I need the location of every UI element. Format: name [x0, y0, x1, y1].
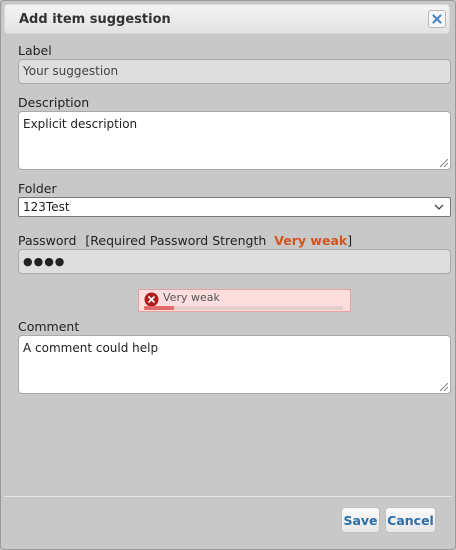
required-strength-level: Very weak	[274, 233, 348, 248]
label-caption: Label	[18, 43, 52, 58]
label-placeholder: Your suggestion	[23, 64, 119, 78]
password-strength-indicator: Very weak	[138, 289, 351, 312]
strength-meter-fill	[144, 306, 174, 310]
footer-divider	[4, 496, 452, 497]
comment-value: A comment could help	[23, 341, 159, 355]
description-caption: Description	[18, 95, 90, 110]
save-button[interactable]: Save	[341, 507, 380, 533]
dialog-title: Add item suggestion	[19, 12, 171, 27]
strength-text: Very weak	[163, 291, 220, 304]
folder-caption: Folder	[18, 181, 57, 196]
comment-caption: Comment	[18, 319, 80, 334]
password-caption-row: Password [Required Password Strength Ver…	[18, 233, 352, 248]
cancel-button[interactable]: Cancel	[385, 507, 436, 533]
error-x-icon	[144, 292, 159, 307]
dialog-titlebar[interactable]: Add item suggestion	[4, 4, 450, 34]
folder-select[interactable]: 123Test	[18, 197, 451, 217]
password-caption: Password	[18, 233, 77, 248]
add-item-suggestion-dialog: Add item suggestion Label Your suggestio…	[0, 0, 456, 550]
description-value: Explicit description	[23, 117, 138, 131]
resize-grip-icon[interactable]	[440, 383, 448, 391]
required-strength-suffix: ]	[347, 233, 353, 248]
chevron-down-icon	[434, 204, 444, 210]
resize-grip-icon[interactable]	[440, 159, 448, 167]
password-masked-value: ●●●●	[23, 255, 66, 268]
required-strength-prefix: [Required Password Strength	[85, 233, 267, 248]
close-icon	[432, 14, 442, 24]
label-input[interactable]: Your suggestion	[18, 59, 451, 84]
strength-meter	[144, 306, 343, 310]
description-textarea[interactable]: Explicit description	[18, 111, 451, 170]
password-input[interactable]: ●●●●	[18, 249, 451, 274]
folder-selected-value: 123Test	[23, 200, 70, 214]
close-button[interactable]	[428, 10, 446, 28]
comment-textarea[interactable]: A comment could help	[18, 335, 451, 394]
